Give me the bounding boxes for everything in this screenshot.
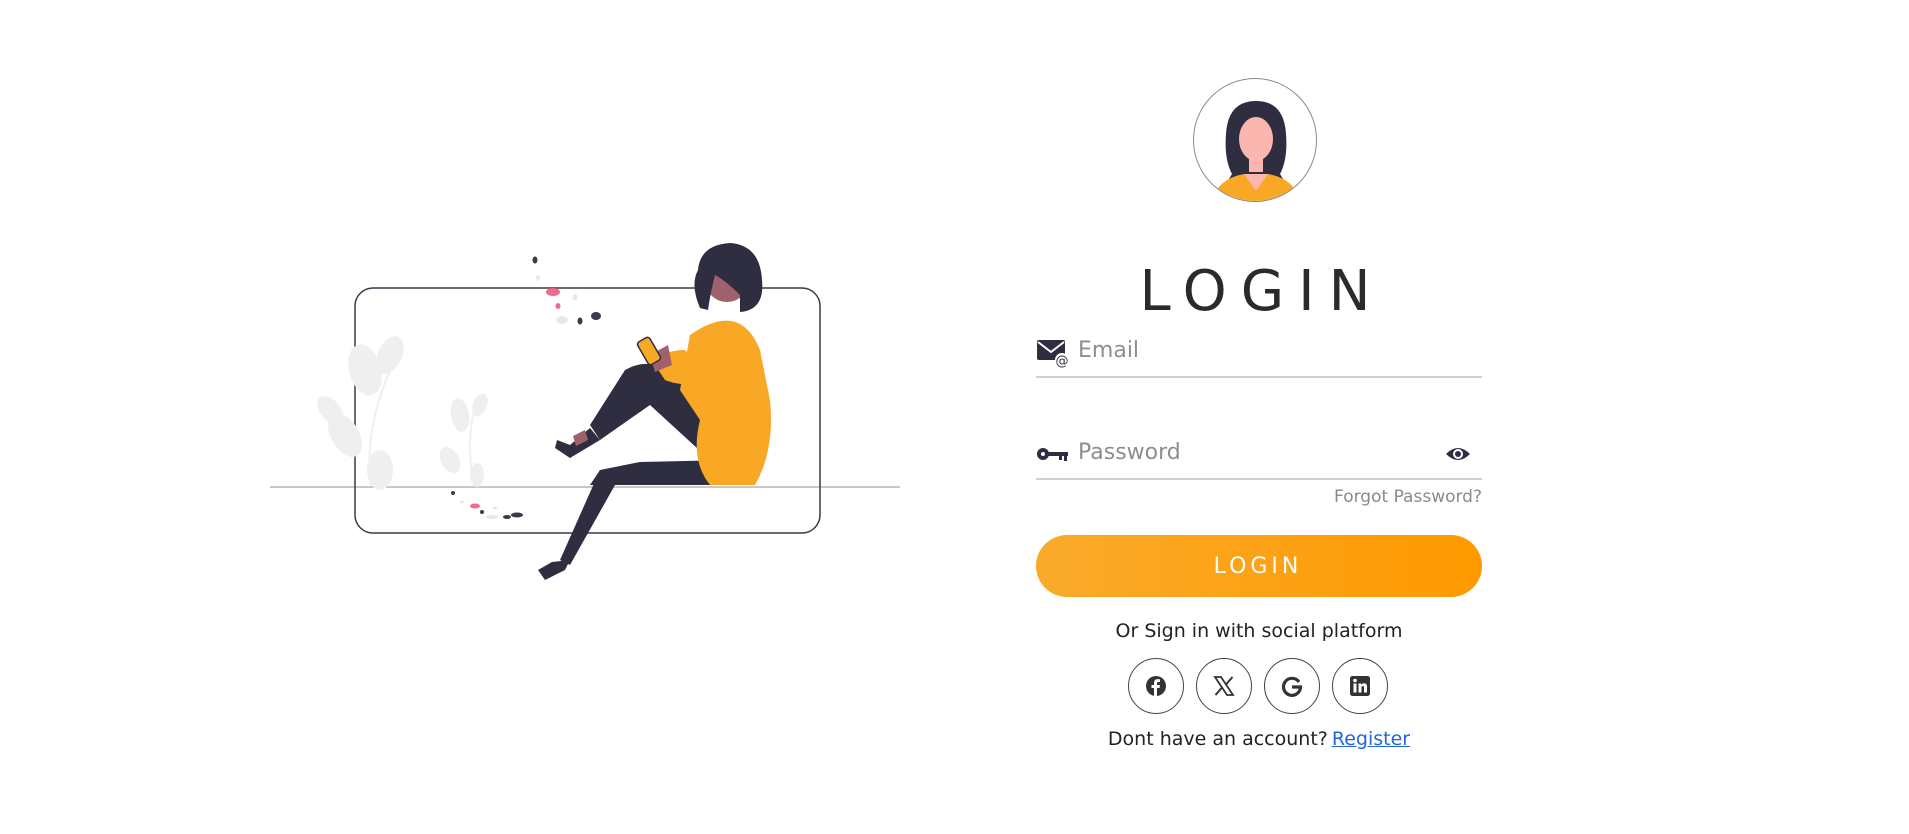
social-signin-text: Or Sign in with social platform (1115, 620, 1403, 642)
show-password-eye-icon[interactable] (1444, 442, 1472, 466)
x-icon (1213, 676, 1235, 696)
page-title: LOGIN (1139, 258, 1385, 324)
password-field-group (1036, 428, 1482, 480)
linkedin-icon (1350, 676, 1370, 696)
password-input[interactable] (1078, 434, 1418, 470)
x-button[interactable] (1196, 658, 1252, 714)
avatar (1193, 78, 1317, 202)
login-button[interactable]: LOGIN (1036, 535, 1482, 597)
login-form: LOGIN @ Email Forgot Password? LOGIN Or … (1030, 74, 1510, 774)
svg-text:@: @ (1056, 354, 1069, 368)
register-link[interactable]: Register (1332, 728, 1410, 750)
forgot-password-link[interactable]: Forgot Password? (1334, 487, 1482, 507)
email-input[interactable] (1078, 332, 1418, 368)
envelope-icon: @ (1036, 336, 1070, 369)
register-prompt-text: Dont have an account? (1107, 728, 1328, 750)
key-icon (1036, 438, 1070, 470)
google-button[interactable] (1264, 658, 1320, 714)
social-buttons (1128, 658, 1408, 714)
email-field-group: @ (1036, 326, 1482, 378)
facebook-icon (1146, 676, 1166, 696)
login-illustration (270, 240, 910, 620)
google-icon (1281, 676, 1303, 697)
facebook-button[interactable] (1128, 658, 1184, 714)
register-prompt: Dont have an account? Register (1030, 728, 1488, 750)
login-page: LOGIN @ Email Forgot Password? LOGIN Or … (0, 0, 1909, 834)
linkedin-button[interactable] (1332, 658, 1388, 714)
